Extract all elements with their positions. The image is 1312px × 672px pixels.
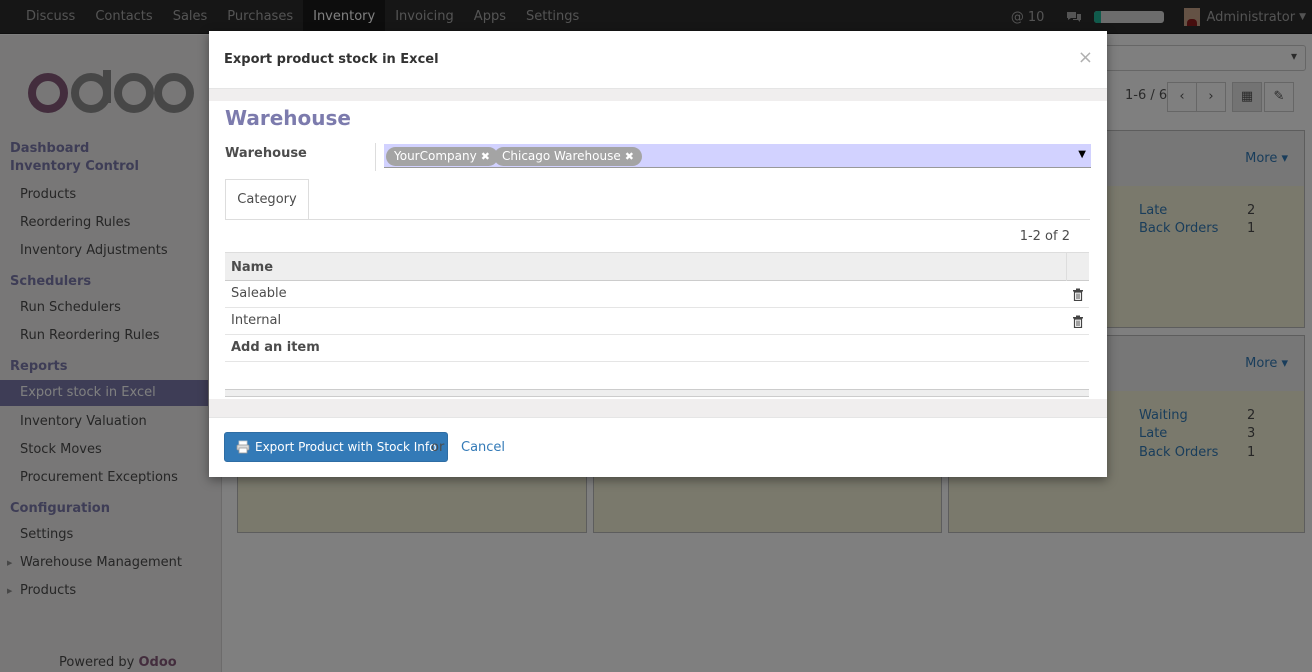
warehouse-many2many-input[interactable]: YourCompany ✖ Chicago Warehouse ✖ ▼ <box>384 144 1091 168</box>
tag-label: YourCompany <box>394 149 477 163</box>
form-title: Warehouse <box>225 106 351 130</box>
dropdown-caret-icon[interactable]: ▼ <box>1078 149 1086 160</box>
warehouse-field-label: Warehouse <box>225 146 307 161</box>
cancel-button[interactable]: Cancel <box>461 440 505 455</box>
column-separator <box>1066 253 1067 281</box>
export-product-stock-button[interactable]: Export Product with Stock Info <box>224 432 449 462</box>
tag-label: Chicago Warehouse <box>502 149 621 163</box>
column-header-name[interactable]: Name <box>231 260 273 275</box>
tab-category[interactable]: Category <box>225 179 309 220</box>
table-header: Name <box>225 252 1089 281</box>
tag-remove-icon[interactable]: ✖ <box>625 150 634 163</box>
export-stock-dialog: Export product stock in Excel × Warehous… <box>209 31 1107 477</box>
add-item-link[interactable]: Add an item <box>231 340 320 355</box>
modal-title: Export product stock in Excel <box>224 52 439 67</box>
export-button-label: Export Product with Stock Info <box>255 440 437 454</box>
tag-remove-icon[interactable]: ✖ <box>481 150 490 163</box>
field-separator <box>375 143 376 171</box>
category-table: Name Saleable Internal Add an item <box>225 252 1089 362</box>
printer-icon <box>236 440 250 454</box>
table-row[interactable]: Internal <box>225 308 1089 335</box>
tab-divider <box>225 219 1090 220</box>
table-footer <box>225 389 1089 397</box>
warehouse-tag-yourcompany: YourCompany ✖ <box>386 147 498 166</box>
row-name: Internal <box>231 313 282 328</box>
form-sheet: Warehouse Warehouse YourCompany ✖ Chicago… <box>209 101 1107 399</box>
modal-header: Export product stock in Excel × <box>209 31 1107 89</box>
list-pager[interactable]: 1-2 of 2 <box>1020 229 1070 244</box>
row-name: Saleable <box>231 286 287 301</box>
trash-icon[interactable] <box>1072 315 1084 328</box>
modal-footer: Export Product with Stock Info or Cancel <box>209 417 1107 477</box>
table-row[interactable]: Saleable <box>225 281 1089 308</box>
warehouse-tag-chicago: Chicago Warehouse ✖ <box>494 147 642 166</box>
close-icon[interactable]: × <box>1078 47 1093 68</box>
modal-body: Warehouse Warehouse YourCompany ✖ Chicago… <box>209 89 1107 417</box>
add-item-row: Add an item <box>225 335 1089 362</box>
trash-icon[interactable] <box>1072 288 1084 301</box>
or-separator: or <box>431 440 445 455</box>
